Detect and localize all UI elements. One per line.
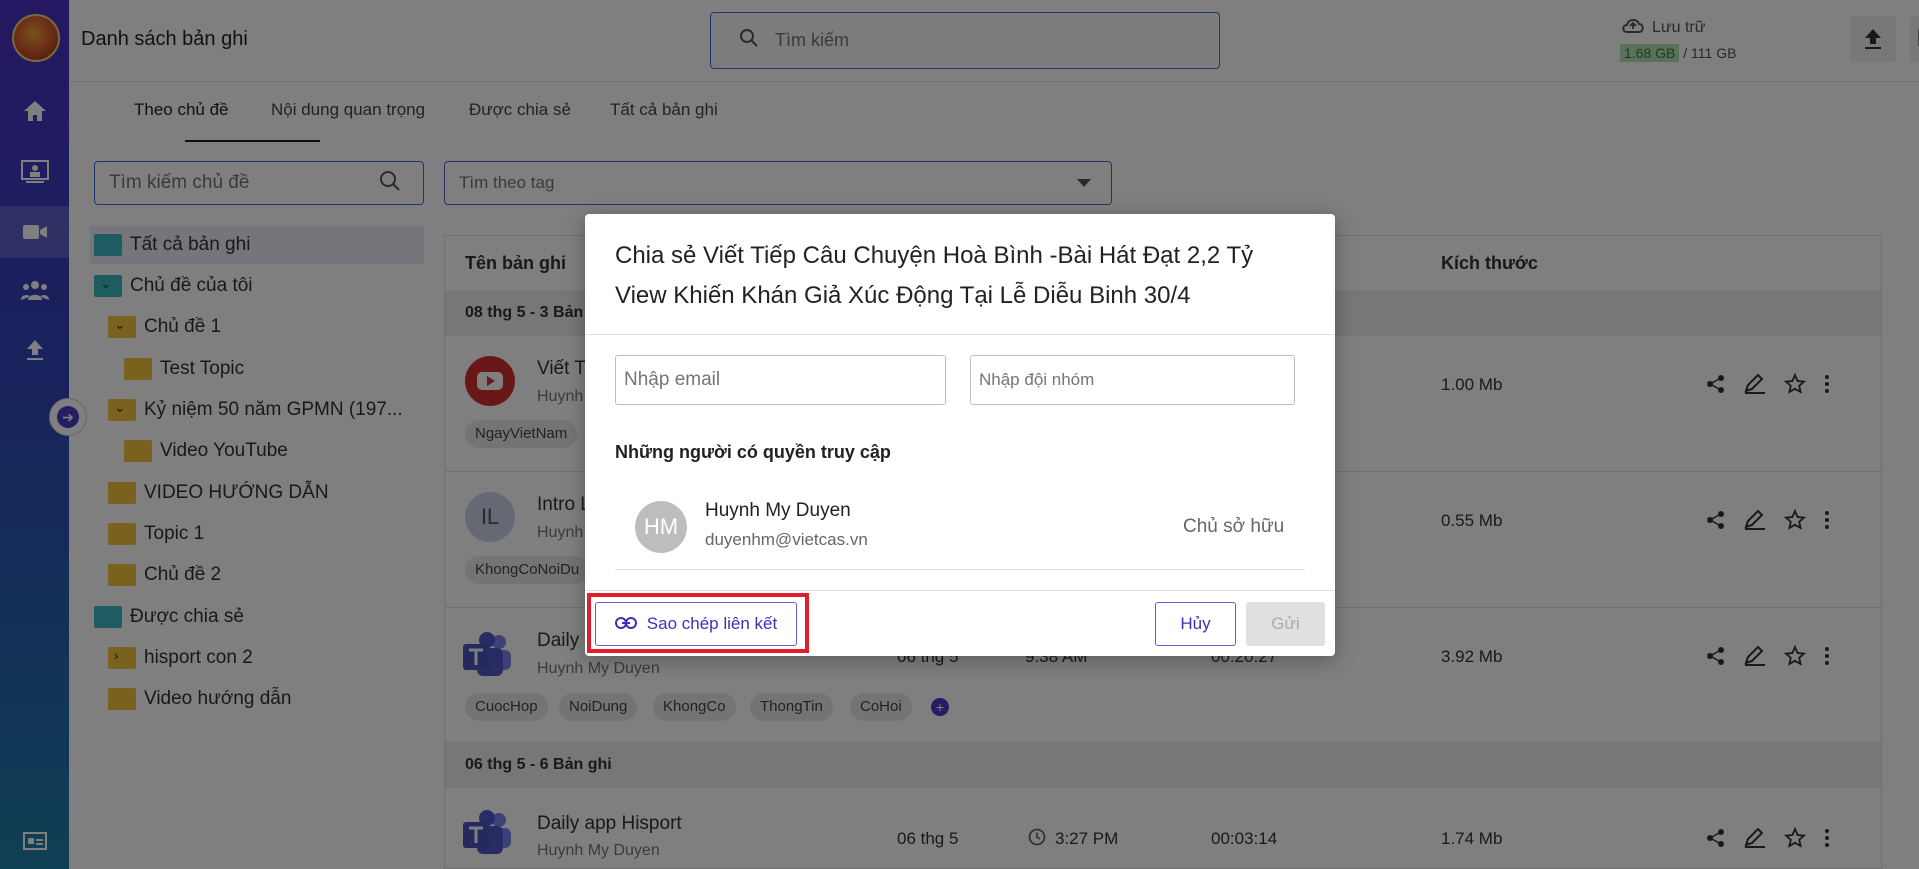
cancel-button[interactable]: Hủy — [1155, 602, 1236, 646]
member-role: Chủ sở hữu — [1183, 516, 1285, 537]
copy-link-label: Sao chép liên kết — [646, 614, 778, 633]
divider — [585, 590, 1335, 591]
team-field[interactable] — [970, 355, 1295, 405]
divider — [585, 334, 1335, 335]
copy-link-button[interactable]: Sao chép liên kết — [595, 602, 797, 646]
link-icon — [614, 614, 637, 634]
member-avatar: HM — [635, 501, 687, 553]
team-input[interactable] — [979, 370, 1270, 390]
send-button[interactable]: Gửi — [1246, 602, 1325, 646]
email-input[interactable] — [624, 369, 921, 391]
member-email: duyenhm@vietcas.vn — [705, 530, 868, 549]
member-name: Huynh My Duyen — [705, 500, 851, 521]
dialog-title: Chia sẻ Viết Tiếp Câu Chuyện Hoà Bình -B… — [615, 242, 1254, 309]
email-field[interactable] — [615, 355, 946, 405]
access-list-heading: Những người có quyền truy cập — [615, 442, 891, 462]
share-dialog: Chia sẻ Viết Tiếp Câu Chuyện Hoà Bình -B… — [585, 214, 1335, 656]
divider — [615, 569, 1305, 570]
